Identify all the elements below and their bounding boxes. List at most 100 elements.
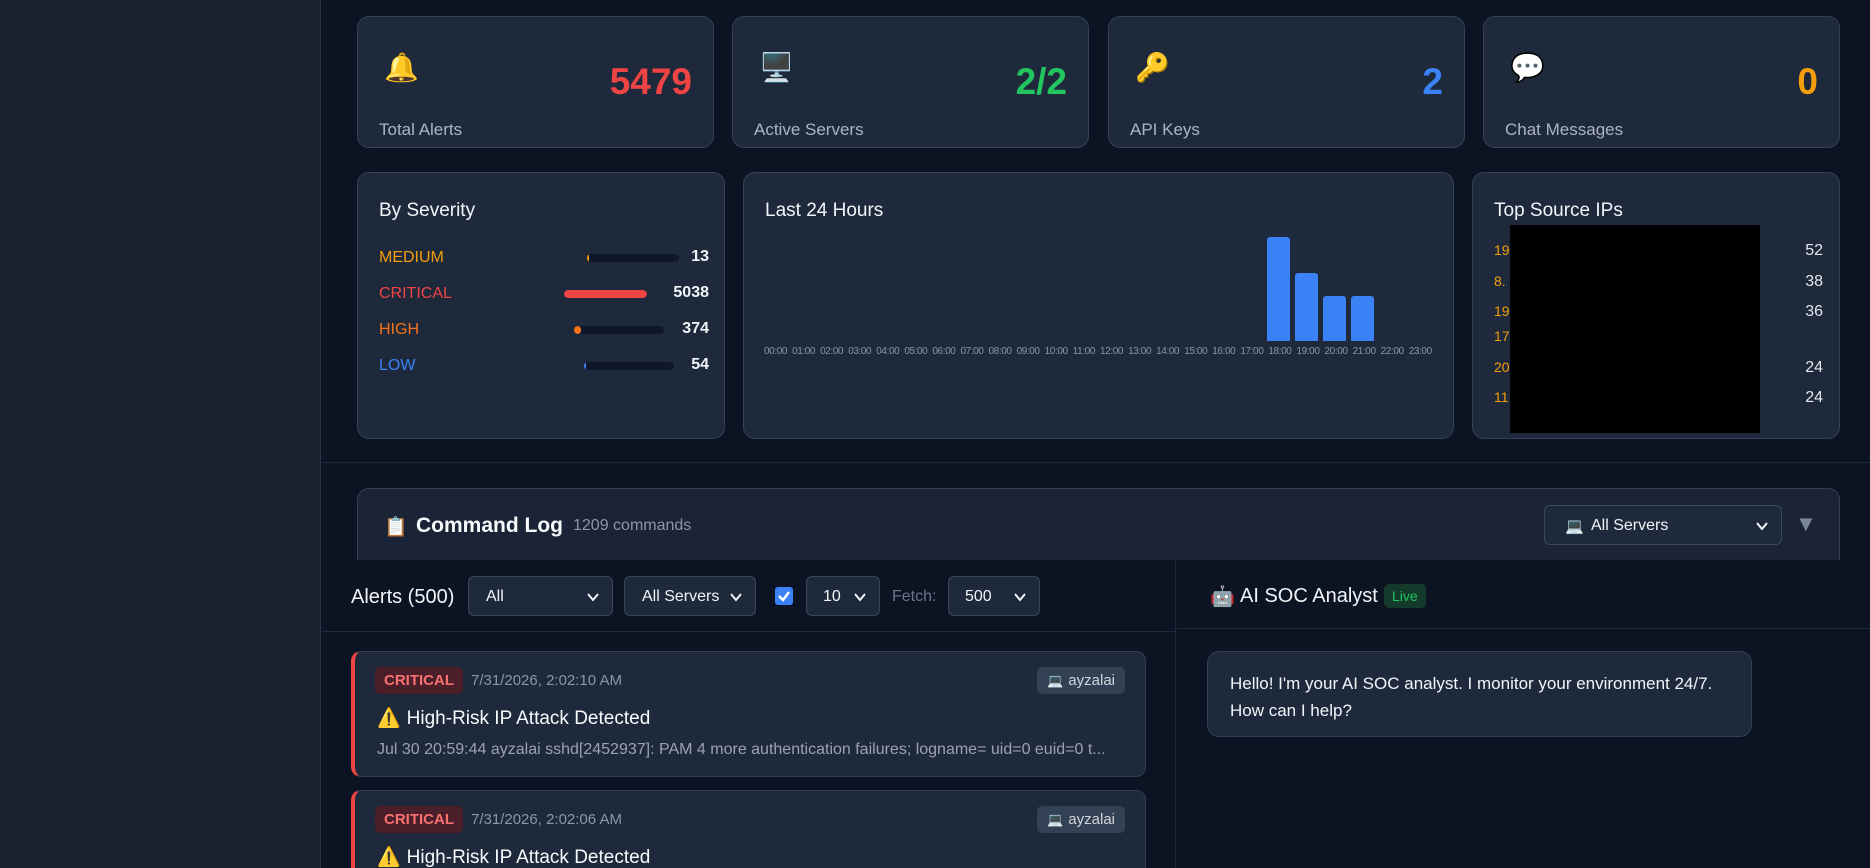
select-value: 10: [823, 588, 841, 605]
ip-address[interactable]: 19: [1494, 242, 1510, 258]
command-log-server-select[interactable]: 💻 All Servers: [1544, 505, 1782, 545]
chevron-down-icon: [854, 593, 866, 602]
robot-icon: 🤖: [1210, 586, 1235, 608]
laptop-icon: 💻: [1047, 812, 1064, 827]
host-name: ayzalai: [1068, 672, 1115, 689]
severity-name: CRITICAL: [379, 285, 452, 302]
main-content: 🔔 5479 Total Alerts 🖥️ 2/2 Active Server…: [322, 0, 1870, 868]
stat-card-api-keys: 🔑 2 API Keys: [1108, 16, 1465, 148]
hour-label: 22:00: [1380, 346, 1404, 357]
laptop-icon: 💻: [1565, 518, 1584, 535]
stat-value: 2/2: [1015, 61, 1067, 102]
ip-address[interactable]: 11: [1494, 389, 1509, 405]
hourly-chart-title: Last 24 Hours: [765, 200, 884, 221]
severity-filter-select[interactable]: All: [468, 576, 613, 616]
hour-label: 05:00: [904, 346, 928, 357]
bell-icon: 🔔: [384, 52, 419, 83]
hourly-bars: [764, 229, 1432, 341]
severity-row: MEDIUM 13: [379, 245, 709, 271]
command-log-title: Command Log: [416, 514, 563, 537]
hour-label: 04:00: [876, 346, 900, 357]
severity-name: HIGH: [379, 321, 419, 338]
alert-card[interactable]: CRITICAL 7/31/2026, 2:02:10 AM 💻 ayzalai …: [351, 651, 1146, 777]
ai-analyst-panel: 🤖 AI SOC Analyst Live Hello! I'm your AI…: [1177, 560, 1870, 868]
select-value: All Servers: [642, 588, 720, 605]
collapse-icon[interactable]: ▼: [1795, 511, 1817, 537]
ip-address[interactable]: 8.: [1494, 273, 1506, 289]
fetch-label: Fetch:: [892, 588, 937, 605]
fetch-select[interactable]: 500: [948, 576, 1040, 616]
stat-value: 5479: [609, 61, 692, 102]
severity-count: 54: [691, 356, 709, 373]
severity-bar-fill: [584, 362, 586, 370]
limit-select[interactable]: 10: [806, 576, 880, 616]
hourly-chart-panel: Last 24 Hours 00:00 01:00 02:00 03:00 04:00 0…: [743, 172, 1454, 439]
alert-title-text: High-Risk IP Attack Detected: [406, 708, 651, 729]
stat-label: Active Servers: [754, 120, 864, 139]
warning-icon: ⚠️: [377, 847, 401, 868]
ip-count: 52: [1805, 242, 1823, 259]
hour-label: 17:00: [1240, 346, 1264, 357]
checkmark-icon: [778, 591, 790, 602]
ip-count: 24: [1805, 359, 1823, 376]
hour-label: 13:00: [1128, 346, 1152, 357]
alert-card[interactable]: CRITICAL 7/31/2026, 2:02:06 AM 💻 ayzalai …: [351, 790, 1146, 868]
hour-label: 20:00: [1324, 346, 1348, 357]
hour-label: 09:00: [1016, 346, 1040, 357]
severity-count: 13: [691, 248, 709, 265]
stat-label: Total Alerts: [379, 120, 463, 139]
alerts-toolbar: Alerts (500) All All Servers 10 Fetch: 5…: [322, 560, 1176, 632]
hour-label: 01:00: [792, 346, 816, 357]
hourly-axis-labels: 00:00 01:00 02:00 03:00 04:00 05:00 06:00 07:00…: [764, 346, 1432, 357]
hour-label: 08:00: [988, 346, 1012, 357]
speech-bubble-icon: 💬: [1510, 52, 1545, 83]
alert-title: ⚠️ High-Risk IP Attack Detected: [377, 706, 650, 730]
stat-value: 0: [1797, 61, 1818, 102]
severity-name: LOW: [379, 357, 416, 374]
hour-label: 02:00: [820, 346, 844, 357]
alert-title-text: High-Risk IP Attack Detected: [406, 847, 651, 868]
stat-value: 2: [1422, 61, 1443, 102]
severity-badge: CRITICAL: [375, 806, 463, 833]
severity-bar: [574, 326, 664, 334]
severity-bar-fill: [564, 290, 647, 298]
ai-message-bubble: Hello! I'm your AI SOC analyst. I monito…: [1207, 651, 1752, 737]
sidebar: [0, 0, 321, 868]
severity-bar: [564, 290, 647, 298]
redaction-block: [1510, 225, 1760, 433]
ip-count: 24: [1805, 389, 1823, 406]
severity-bar: [584, 362, 674, 370]
ai-message-text: Hello! I'm your AI SOC analyst. I monito…: [1230, 674, 1713, 720]
ai-analyst-title: AI SOC Analyst: [1240, 585, 1378, 607]
severity-row: LOW 54: [379, 353, 709, 379]
hour-label: 15:00: [1184, 346, 1208, 357]
hour-label: 12:00: [1100, 346, 1124, 357]
command-log-panel[interactable]: 📋 Command Log 1209 commands 💻 All Server…: [357, 488, 1840, 560]
severity-panel: By Severity MEDIUM 13 CRITICAL 5038 HIGH…: [357, 172, 725, 439]
alert-timestamp: 7/31/2026, 2:02:10 AM: [471, 672, 622, 689]
severity-title: By Severity: [379, 200, 476, 221]
severity-badge: CRITICAL: [375, 667, 463, 694]
server-filter-select[interactable]: All Servers: [624, 576, 756, 616]
host-badge: 💻 ayzalai: [1037, 806, 1125, 833]
host-badge: 💻 ayzalai: [1037, 667, 1125, 694]
warning-icon: ⚠️: [377, 708, 401, 729]
severity-row: CRITICAL 5038: [379, 281, 709, 307]
severity-count: 5038: [673, 284, 709, 301]
ip-address[interactable]: 19: [1494, 303, 1510, 319]
hour-label: 10:00: [1044, 346, 1068, 357]
hour-label: 11:00: [1072, 346, 1096, 357]
severity-bar: [587, 254, 679, 262]
hour-bar[interactable]: [1267, 237, 1291, 341]
alert-timestamp: 7/31/2026, 2:02:06 AM: [471, 811, 622, 828]
hour-bar[interactable]: [1295, 273, 1319, 341]
auto-refresh-checkbox[interactable]: [775, 587, 793, 605]
hour-label: 06:00: [932, 346, 956, 357]
alert-description: Jul 30 20:59:44 ayzalai sshd[2452937]: P…: [377, 741, 1106, 758]
top-ips-title: Top Source IPs: [1494, 200, 1623, 221]
hour-bar[interactable]: [1323, 296, 1347, 341]
stat-label: API Keys: [1130, 120, 1200, 139]
ip-address[interactable]: 20: [1494, 359, 1510, 375]
hour-bar[interactable]: [1350, 296, 1374, 341]
ip-address[interactable]: 17: [1494, 328, 1510, 344]
